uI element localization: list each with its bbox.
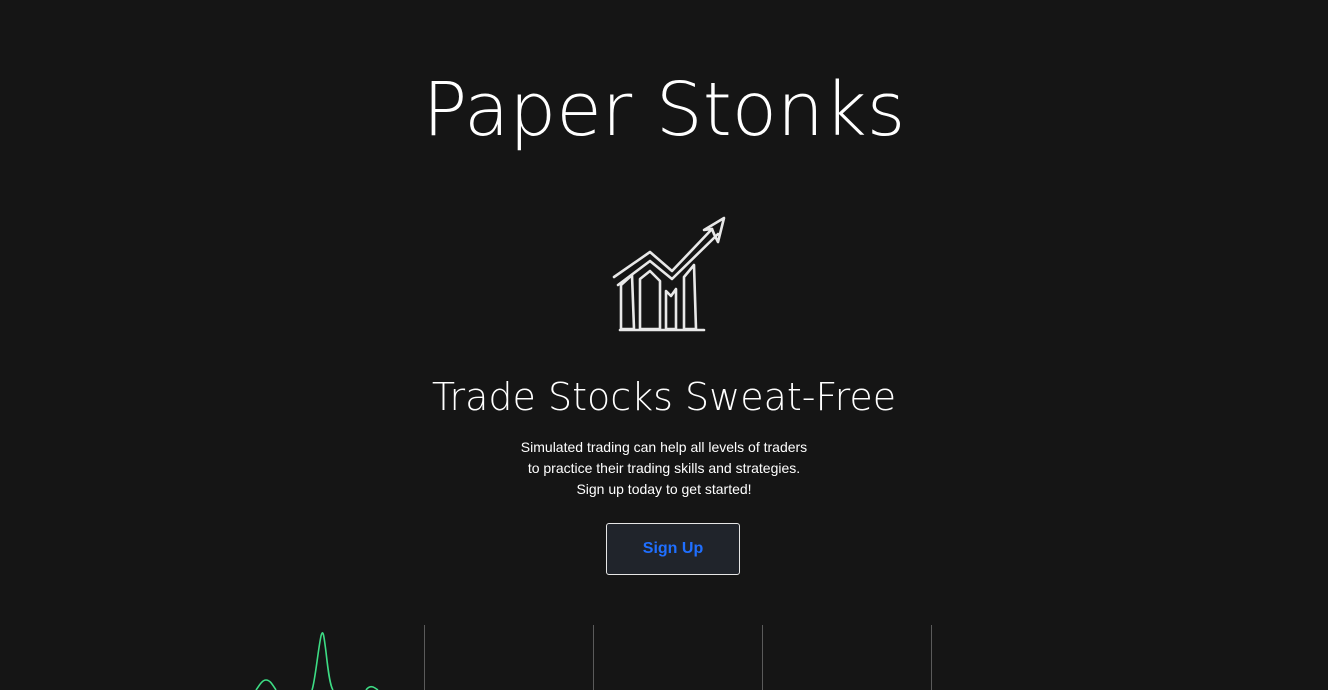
landing-page: Paper Stonks Trade Stocks Sweat-Free Sim… [0,0,1328,690]
description: Simulated trading can help all levels of… [0,437,1328,500]
growth-chart-icon [612,216,726,332]
description-line: Sign up today to get started! [576,481,752,497]
description-line: Simulated trading can help all levels of… [520,439,808,455]
tagline: Trade Stocks Sweat-Free [431,375,897,419]
signup-button[interactable]: Sign Up [606,523,740,575]
page-title: Paper Stonks [422,67,906,153]
stock-line [255,632,379,690]
decorative-chart-strip [255,625,932,690]
description-line: to practice their trading skills and str… [527,460,801,476]
